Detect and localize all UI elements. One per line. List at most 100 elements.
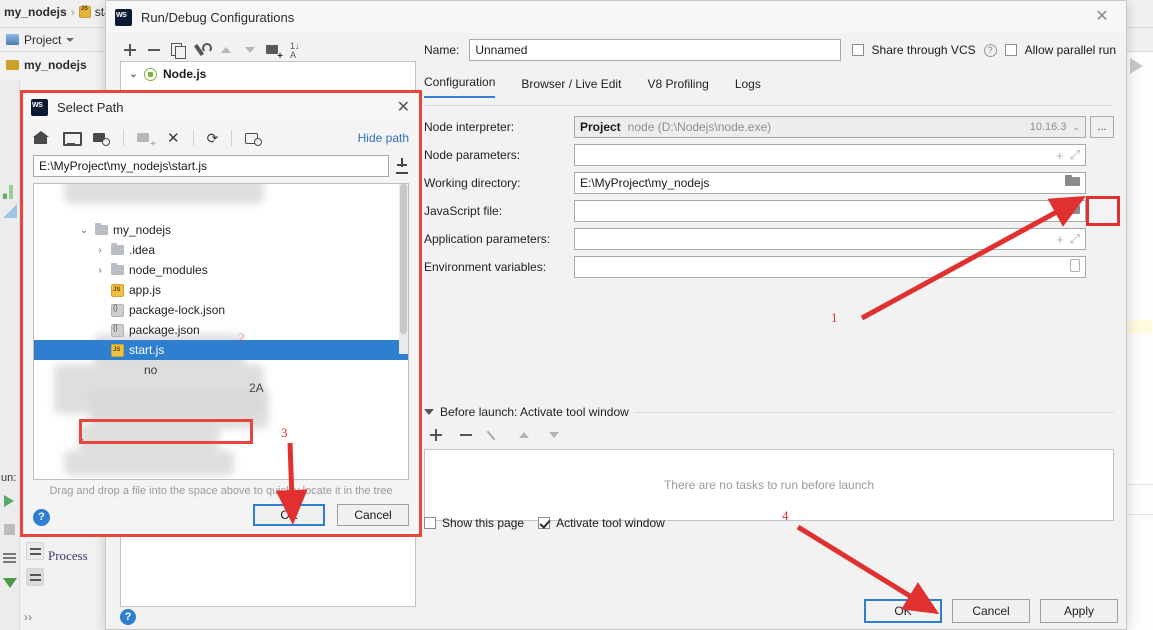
tree-item-nodejs[interactable]: ⌄ Node.js (121, 62, 415, 86)
run-arrow-icon[interactable] (1130, 58, 1143, 74)
close-icon[interactable]: ✕ (1088, 7, 1116, 27)
project-panel-label[interactable]: Project (24, 33, 61, 47)
cancel-button[interactable]: Cancel (337, 504, 409, 526)
tree-row-selected[interactable]: start.js (34, 340, 408, 360)
path-input[interactable]: E:\MyProject\my_nodejs\start.js (33, 155, 389, 177)
webstorm-logo-icon (31, 98, 48, 116)
working-directory-control: E:\MyProject\my_nodejs (574, 172, 1086, 194)
activate-tool-window-group[interactable]: Activate tool window (538, 516, 665, 530)
tree-row[interactable]: › node_modules (34, 260, 408, 280)
show-this-page-checkbox[interactable] (424, 517, 436, 529)
download-icon[interactable] (395, 158, 409, 174)
stop-icon[interactable] (4, 524, 15, 535)
javascript-file-trailing (1065, 203, 1080, 215)
tree-row[interactable]: app.js (34, 280, 408, 300)
activate-tool-window-checkbox[interactable] (538, 517, 551, 529)
chevron-down-icon[interactable]: ⌄ (78, 225, 90, 236)
application-parameters-input[interactable] (574, 228, 1086, 250)
pencil-icon[interactable] (488, 428, 502, 442)
tab-v8-profiling[interactable]: V8 Profiling (647, 77, 708, 98)
before-launch-header[interactable]: Before launch: Activate tool window (424, 405, 1114, 419)
tree-scrollbar[interactable] (399, 184, 408, 354)
tab-logs[interactable]: Logs (735, 77, 761, 98)
before-launch-empty-box[interactable]: There are no tasks to run before launch (424, 449, 1114, 521)
annotation-number-2: 2 (238, 330, 245, 345)
node-parameters-control: + ⤢ (574, 144, 1086, 166)
node-interpreter-more-button[interactable]: ... (1090, 116, 1114, 138)
tree-row[interactable]: no (34, 360, 408, 380)
chevron-down-icon[interactable] (66, 37, 75, 42)
node-parameters-input[interactable] (574, 144, 1086, 166)
expand-icon[interactable]: ⤢ (1070, 231, 1080, 247)
desktop-icon[interactable] (63, 130, 82, 146)
arrow-down-green-icon[interactable] (3, 578, 17, 588)
delete-icon[interactable]: ✕ (167, 131, 180, 146)
ok-button[interactable]: OK (864, 599, 942, 623)
folder-settings-icon[interactable] (93, 130, 110, 146)
folder-link-icon[interactable] (245, 130, 263, 146)
breadcrumb-project[interactable]: my_nodejs (4, 5, 67, 19)
plus-icon[interactable]: + (1056, 232, 1064, 247)
environment-variables-input[interactable] (574, 256, 1086, 278)
add-icon[interactable] (428, 427, 444, 443)
tree-row[interactable]: ⌄ my_nodejs (34, 220, 408, 240)
share-through-vcs-checkbox[interactable] (851, 44, 864, 56)
before-launch-empty-text: There are no tasks to run before launch (663, 478, 875, 492)
expand-chevrons-icon[interactable]: ›› (24, 610, 32, 624)
chevron-down-icon[interactable]: ⌄ (1072, 122, 1080, 133)
plus-icon[interactable]: + (1056, 148, 1064, 163)
home-icon[interactable] (33, 130, 50, 146)
help-icon[interactable]: ? (33, 509, 50, 526)
tree-row[interactable]: › .idea (34, 240, 408, 260)
remove-icon[interactable] (458, 427, 474, 443)
env-icon[interactable] (1070, 259, 1080, 272)
wrench-icon[interactable] (194, 42, 212, 58)
help-icon[interactable]: ? (983, 43, 997, 57)
chevron-right-icon[interactable]: › (94, 265, 106, 276)
folder-new-icon[interactable] (137, 130, 156, 150)
tab-browser-live-edit[interactable]: Browser / Live Edit (521, 77, 621, 98)
apply-button[interactable]: Apply (1040, 599, 1118, 623)
working-directory-input[interactable]: E:\MyProject\my_nodejs (574, 172, 1086, 194)
expand-icon[interactable]: ⤢ (1070, 147, 1080, 163)
add-icon[interactable] (122, 42, 138, 58)
arrow-down-icon[interactable] (242, 42, 258, 58)
hide-path-link[interactable]: Hide path (358, 131, 409, 145)
sort-icon[interactable]: 1↓ A (290, 42, 306, 60)
arrow-down-icon[interactable] (546, 427, 562, 443)
tree-row[interactable]: package-lock.json (34, 300, 408, 320)
scroll-to-end-icon[interactable] (26, 568, 44, 586)
show-this-page-label: Show this page (442, 516, 525, 530)
javascript-file-input[interactable] (574, 200, 1086, 222)
project-root-row[interactable]: my_nodejs (6, 58, 87, 72)
structure-icon[interactable] (3, 204, 17, 218)
working-directory-trailing (1065, 175, 1080, 187)
close-icon[interactable]: ✕ (397, 97, 410, 117)
copy-icon[interactable] (170, 42, 186, 59)
help-icon[interactable]: ? (120, 609, 136, 625)
arrow-up-icon[interactable] (218, 42, 234, 58)
wrap-lines-icon[interactable] (26, 542, 44, 560)
project-icon (6, 34, 19, 45)
layers-icon[interactable] (3, 553, 16, 565)
ok-button[interactable]: OK (253, 504, 325, 526)
folder-icon[interactable] (1065, 203, 1080, 215)
node-interpreter-combobox[interactable]: Project node (D:\Nodejs\node.exe) 10.16.… (574, 116, 1086, 138)
allow-parallel-run-checkbox[interactable] (1004, 44, 1017, 56)
remove-icon[interactable] (146, 42, 162, 58)
refresh-icon[interactable]: ⟳ (207, 130, 219, 146)
tab-configuration[interactable]: Configuration (424, 75, 496, 98)
chevron-down-icon[interactable]: ⌄ (129, 69, 138, 80)
show-this-page-group[interactable]: Show this page (424, 516, 524, 530)
run-play-icon[interactable] (4, 495, 14, 507)
chevron-right-icon[interactable]: › (94, 245, 106, 256)
chevron-down-icon[interactable] (424, 409, 434, 415)
cancel-button[interactable]: Cancel (952, 599, 1030, 623)
tree-row[interactable]: package.json (34, 320, 408, 340)
chart-icon[interactable] (3, 185, 17, 199)
name-input[interactable] (469, 39, 842, 61)
folder-icon[interactable] (1065, 175, 1080, 187)
folder-plus-icon[interactable] (266, 42, 283, 62)
tree-row-label: package-lock.json (129, 303, 226, 317)
arrow-up-icon[interactable] (516, 427, 532, 443)
